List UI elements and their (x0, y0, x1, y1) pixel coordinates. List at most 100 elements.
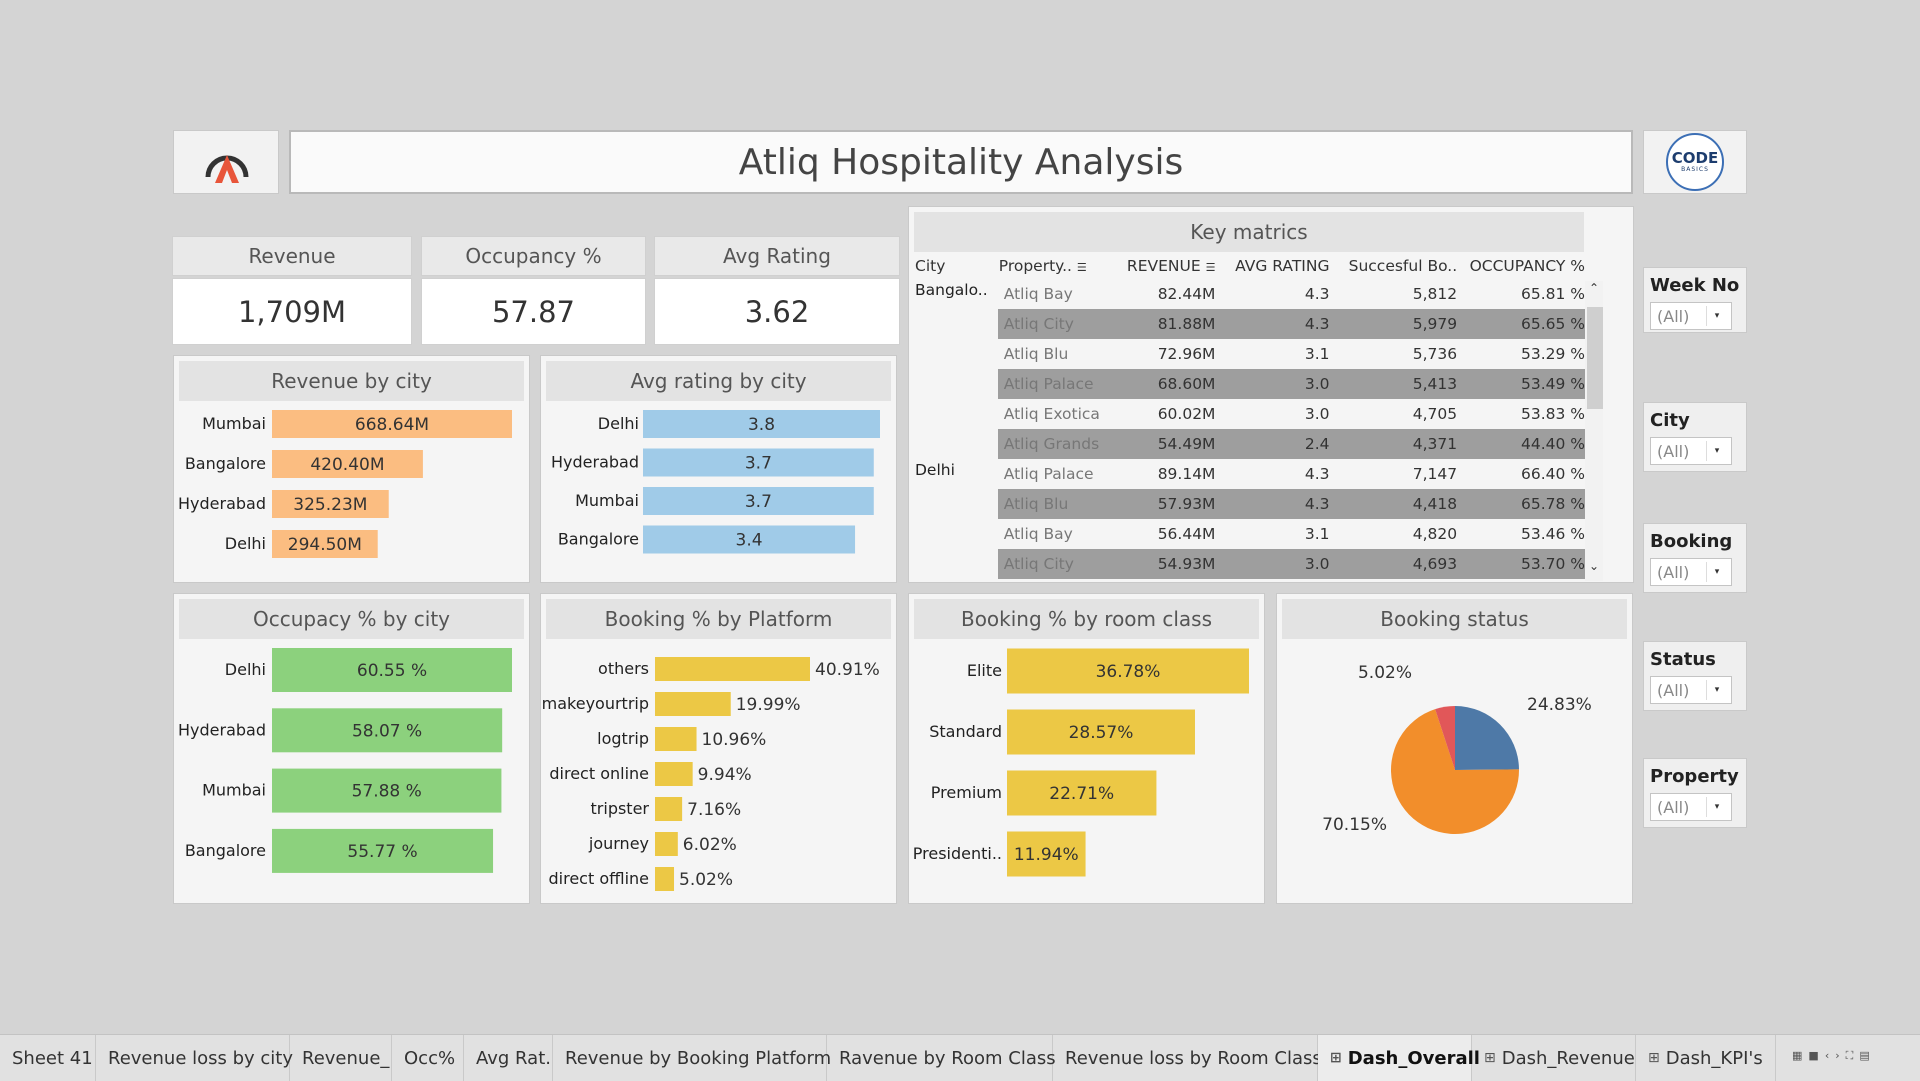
chevron-down-icon[interactable]: ▾ (1706, 680, 1727, 700)
filter-dropdown[interactable]: (All) ▾ (1650, 558, 1732, 586)
category-label: Hyderabad (551, 453, 639, 472)
tab-revenue[interactable]: Revenue_ (290, 1035, 392, 1081)
category-label: Delhi (598, 414, 639, 433)
cell-revenue: 57.93M (1120, 489, 1217, 519)
filter-title: City (1650, 410, 1690, 431)
bar[interactable] (655, 797, 683, 821)
occupancy-by-city-panel: Occupacy % by city Delhi 60.55 % Hyderabad… (173, 593, 530, 904)
tab-revenue-by-booking-platform[interactable]: Revenue by Booking Platform (553, 1035, 831, 1081)
scroll-down-icon[interactable]: ⌄ (1589, 559, 1599, 573)
tab-label: Sheet 41 (12, 1047, 93, 1069)
cell-bookings: 4,418 (1330, 489, 1459, 519)
tab-label: Dash_Revenue (1501, 1047, 1635, 1069)
revenue-by-city-chart: Mumbai 668.64M Bangalore 420.40M Hyderabad 32… (178, 410, 512, 558)
table-header-row: City Property.. ☰ REVENUE ☰ AVG RATING S… (913, 253, 1589, 279)
col-occupancy[interactable]: OCCUPANCY % (1458, 253, 1589, 279)
cell-bookings: 5,979 (1330, 309, 1459, 339)
chevron-down-icon[interactable]: ▾ (1706, 797, 1727, 817)
codebasics-logo-box: CODE BASICS (1643, 130, 1747, 194)
pie-slice[interactable] (1455, 706, 1519, 770)
chevron-down-icon[interactable]: ▾ (1706, 562, 1727, 582)
filter-value: (All) (1657, 306, 1690, 326)
prev-tab-icon[interactable]: ‹ (1825, 1049, 1835, 1062)
cell-rating: 4.3 (1216, 489, 1331, 519)
table-row[interactable]: Atliq Exotica 60.02M 3.0 4,705 53.83 % (913, 399, 1589, 429)
bar[interactable] (655, 832, 678, 856)
filter-dropdown[interactable]: (All) ▾ (1650, 676, 1732, 704)
bar[interactable] (655, 762, 693, 786)
cell-city (913, 519, 998, 549)
sort-icon[interactable]: ☰ (1206, 261, 1216, 274)
table-row[interactable]: Atliq Blu 57.93M 4.3 4,418 65.78 % (913, 489, 1589, 519)
filter-value: (All) (1657, 562, 1690, 582)
key-metrics-panel: Key matrics City Property.. ☰ REVENUE ☰ … (908, 206, 1634, 583)
category-label: direct offline (548, 869, 649, 888)
tab-ravenue-by-room-class[interactable]: Ravenue by Room Class (827, 1035, 1056, 1081)
chevron-down-icon[interactable]: ▾ (1706, 441, 1727, 461)
data-label: 9.94% (698, 765, 752, 785)
bar[interactable] (655, 727, 697, 751)
data-label: 5.02% (679, 870, 733, 890)
tab-avg-rat[interactable]: Avg Rat. (464, 1035, 553, 1081)
tab-label: Revenue loss by city (108, 1047, 294, 1069)
tab-revenue-loss-by-room-class[interactable]: Revenue loss by Room Class (1053, 1035, 1322, 1081)
cell-bookings: 4,693 (1330, 549, 1459, 579)
tab-label: Revenue_ (302, 1047, 390, 1069)
filter-week-no: Week No (All) ▾ (1643, 267, 1747, 333)
table-row[interactable]: Atliq Bay 56.44M 3.1 4,820 53.46 % (913, 519, 1589, 549)
filter-value: (All) (1657, 441, 1690, 461)
next-tab-icon[interactable]: › (1835, 1049, 1845, 1062)
scroll-up-icon[interactable]: ⌃ (1589, 281, 1599, 295)
panel-title: Booking % by room class (914, 599, 1259, 639)
grid-view-icon[interactable]: ▦ (1792, 1049, 1808, 1062)
tab-sheet-41[interactable]: Sheet 41 (0, 1035, 96, 1081)
col-revenue[interactable]: REVENUE ☰ (1120, 253, 1216, 279)
category-label: makeyourtrip (542, 694, 649, 713)
table-row[interactable]: Atliq City 81.88M 4.3 5,979 65.65 % (913, 309, 1589, 339)
table-row[interactable]: Atliq Blu 72.96M 3.1 5,736 53.29 % (913, 339, 1589, 369)
table-row[interactable]: Atliq City 54.93M 3.0 4,693 53.70 % (913, 549, 1589, 579)
revenue-by-city-panel: Revenue by city Mumbai 668.64M Bangalore 42… (173, 355, 530, 583)
table-row[interactable]: Delhi Atliq Palace 89.14M 4.3 7,147 66.40 % (913, 459, 1589, 489)
data-label: 36.78% (1096, 662, 1161, 682)
filter-dropdown[interactable]: (All) ▾ (1650, 302, 1732, 330)
chevron-down-icon[interactable]: ▾ (1706, 306, 1727, 326)
bar[interactable] (655, 657, 810, 681)
table-row[interactable]: Atliq Grands 54.49M 2.4 4,371 44.40 % (913, 429, 1589, 459)
table-row[interactable]: Bangalo.. Atliq Bay 82.44M 4.3 5,812 65.81 % (913, 279, 1589, 309)
filter-status: Status (All) ▾ (1643, 641, 1747, 711)
fullscreen-icon[interactable]: ⛶ (1846, 1049, 1860, 1062)
cell-occupancy: 44.40 % (1458, 429, 1589, 459)
booking-status-panel: Booking status 24.83% 70.15% 5.02% (1276, 593, 1633, 904)
codebasics-logo: CODE BASICS (1666, 133, 1724, 191)
tab-dash-kpi-s[interactable]: ⊞ Dash_KPI's (1636, 1035, 1776, 1081)
table-scrollbar[interactable]: ⌃ ⌄ (1585, 281, 1603, 581)
booking-by-room-class-panel: Booking % by room class Elite 36.78% Stand… (908, 593, 1265, 904)
sort-icon[interactable]: ☰ (1077, 261, 1087, 274)
cell-city: Bangalo.. (915, 281, 988, 299)
category-label: Bangalore (185, 841, 266, 860)
col-bookings[interactable]: Succesful Bo.. (1330, 253, 1458, 279)
bar[interactable] (655, 692, 731, 716)
col-property[interactable]: Property.. ☰ (998, 253, 1120, 279)
category-label: journey (588, 834, 649, 853)
cell-city (913, 489, 998, 519)
filter-dropdown[interactable]: (All) ▾ (1650, 437, 1732, 465)
table-row[interactable]: Atliq Palace 68.60M 3.0 5,413 53.49 % (913, 369, 1589, 399)
cell-occupancy: 53.46 % (1520, 525, 1585, 543)
category-label: Mumbai (575, 491, 639, 510)
col-avg-rating[interactable]: AVG RATING (1216, 253, 1330, 279)
scroll-thumb[interactable] (1587, 307, 1603, 409)
cell-occupancy: 53.70 % (1458, 549, 1589, 579)
bar[interactable] (655, 867, 675, 891)
tab-occ[interactable]: Occ% (392, 1035, 464, 1081)
single-view-icon[interactable]: ■ (1808, 1049, 1824, 1062)
tab-revenue-loss-by-city[interactable]: Revenue loss by city (96, 1035, 294, 1081)
tab-dash-overall[interactable]: ⊞ Dash_Overall (1318, 1035, 1480, 1081)
tab-dash-revenue[interactable]: ⊞ Dash_Revenue (1472, 1035, 1636, 1081)
filter-dropdown[interactable]: (All) ▾ (1650, 793, 1732, 821)
kpi-avg-rating-value: 3.62 (654, 278, 900, 345)
cell-bookings: 4,371 (1330, 429, 1459, 459)
present-icon[interactable]: ▤ (1859, 1049, 1875, 1062)
col-city[interactable]: City (913, 253, 998, 279)
